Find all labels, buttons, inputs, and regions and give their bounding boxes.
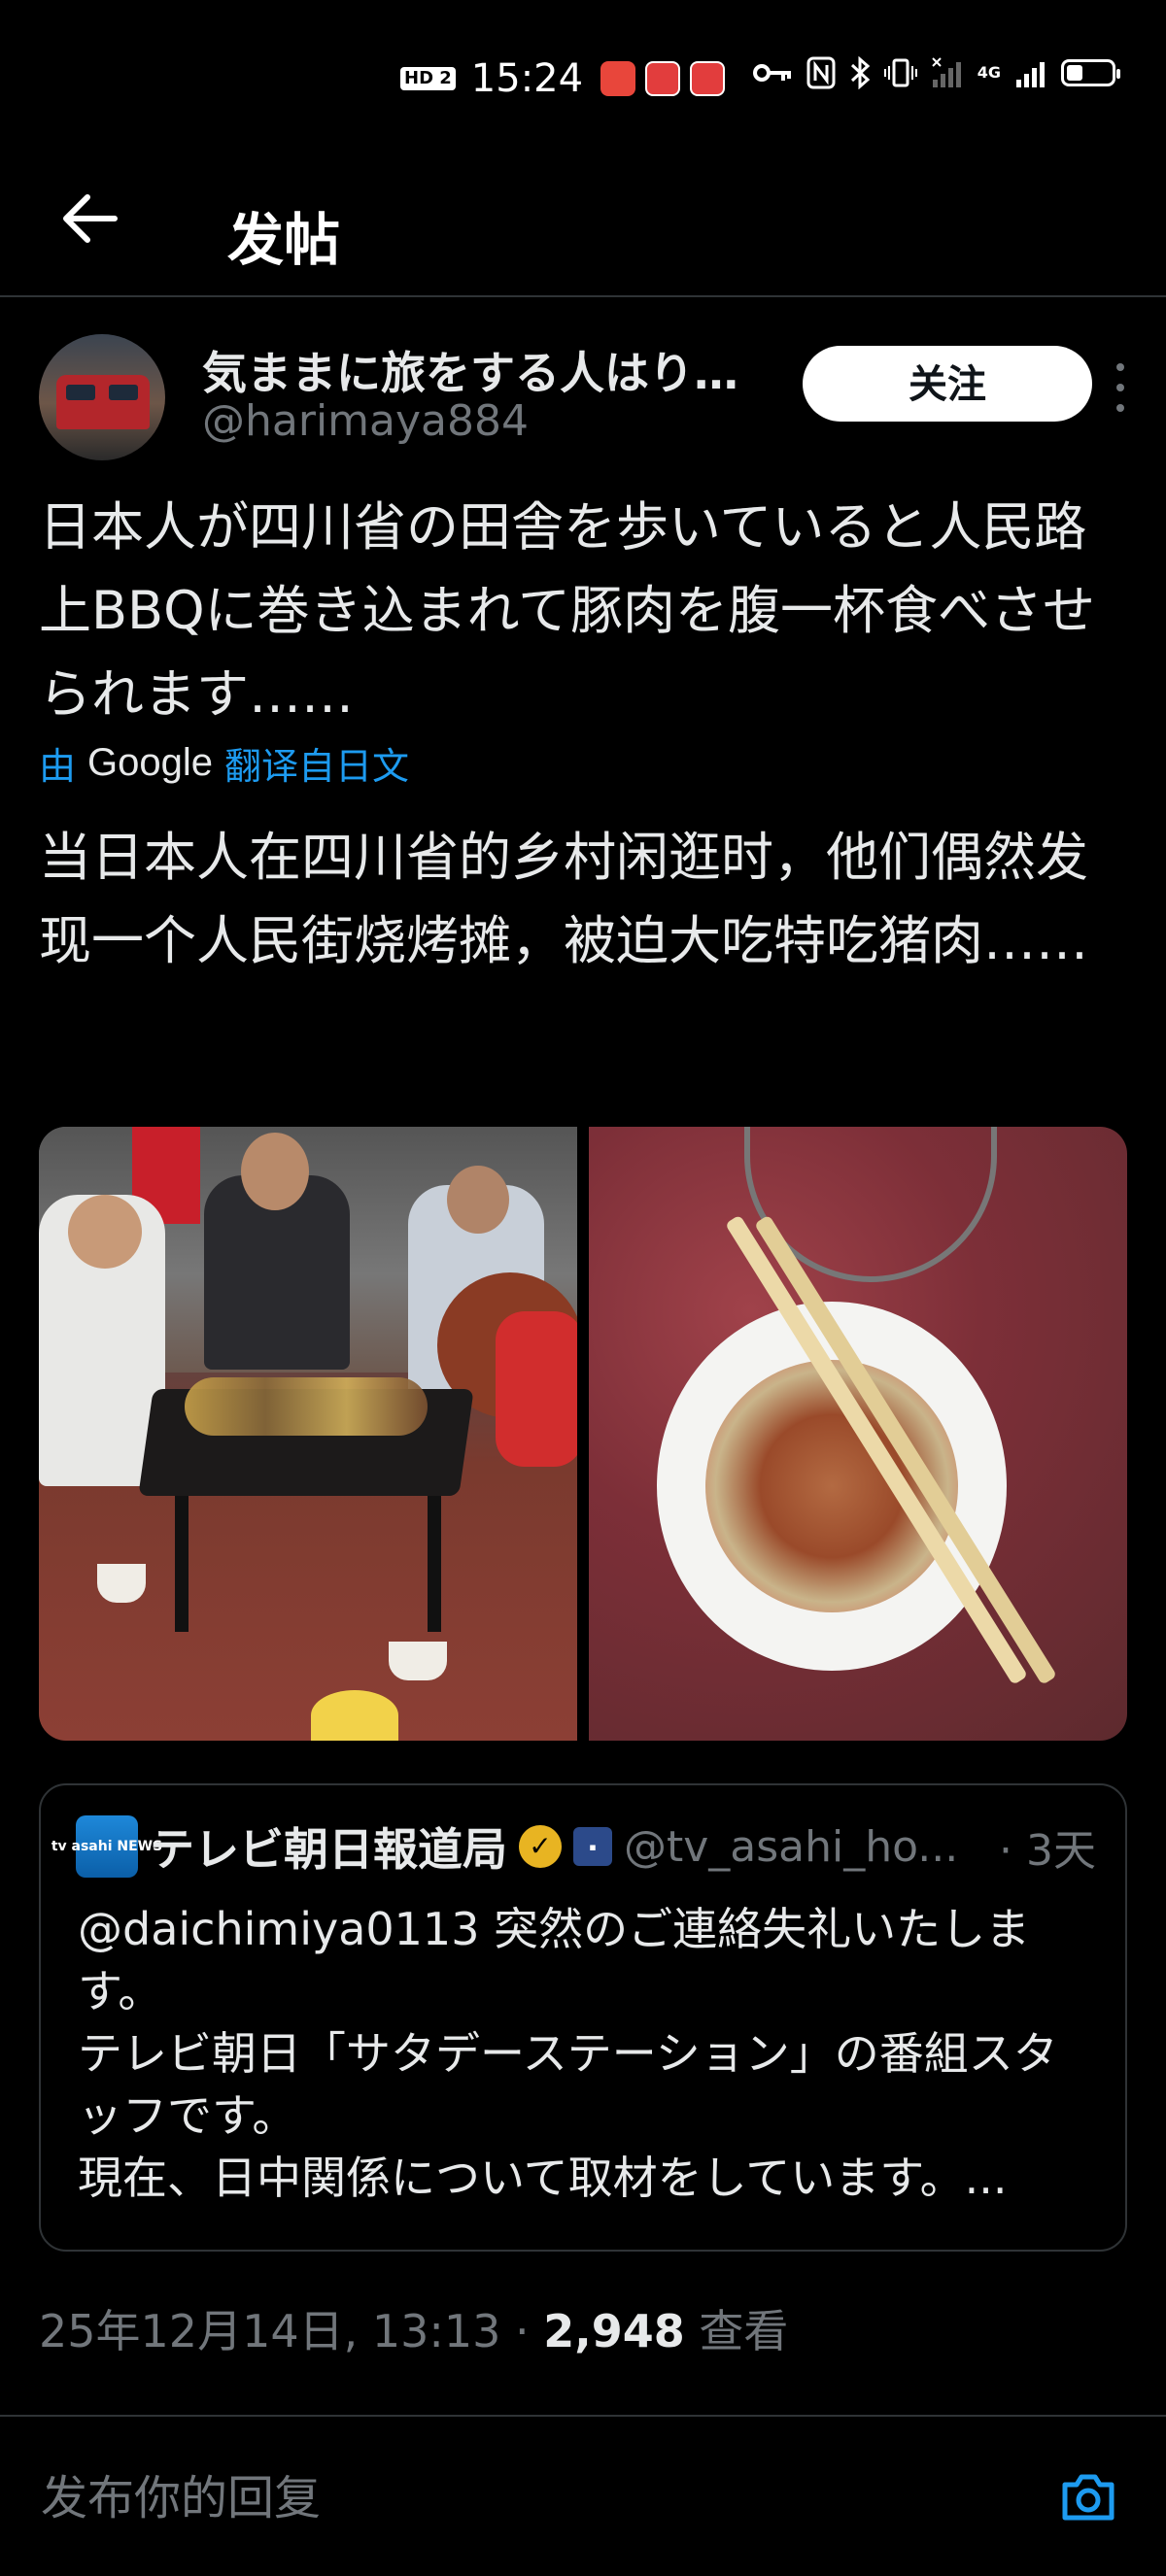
status-bar: HD 2 15:24 4G — [0, 0, 1166, 155]
tv-asahi-news-logo: tv asahi NEWS — [51, 1815, 162, 1878]
post-text-original: 日本人が四川省の田舎を歩いていると人民路上BBQに巻き込まれて豚肉を腹一杯食べさ… — [39, 496, 1095, 725]
quoted-post-body: @daichimiya0113 突然のご連絡失礼いたします。 テレビ朝日「サタデ… — [78, 1903, 1058, 2204]
verified-badge-icon: ✓ — [519, 1825, 562, 1868]
page-title: 发帖 — [227, 207, 341, 273]
avatar[interactable] — [39, 334, 165, 460]
bluetooth-icon — [850, 56, 870, 89]
signal-weak-icon — [932, 57, 961, 87]
post-timestamp: 25年12月14日, 13:13 · — [39, 2305, 544, 2357]
network-type: 4G — [977, 63, 1001, 82]
follow-button[interactable]: 关注 — [803, 346, 1092, 422]
reply-input[interactable] — [39, 2463, 917, 2533]
translation-suffix: 翻译自日文 — [224, 745, 410, 788]
signal-full-icon — [1016, 62, 1045, 87]
quoted-post-header: tv asahi NEWS テレビ朝日報道局 ✓ ▪ @tv_asahi_ho.… — [51, 1814, 1096, 1879]
reply-bar — [39, 2438, 1127, 2555]
status-left: HD 2 15:24 — [400, 56, 726, 101]
camera-icon[interactable] — [1057, 2465, 1119, 2527]
status-time: 15:24 — [470, 56, 584, 101]
hd-badge: HD 2 — [400, 67, 456, 90]
google-logo: Google — [87, 741, 213, 784]
top-bar: 发帖 — [0, 155, 1166, 297]
battery-icon — [1061, 59, 1120, 86]
quoted-author-handle: @tv_asahi_ho... — [624, 1821, 959, 1872]
author-handle[interactable]: @harimaya884 — [202, 396, 529, 446]
key-icon — [752, 64, 791, 82]
post-media — [39, 1127, 1127, 1741]
views-count: 2,948 — [543, 2305, 685, 2357]
quoted-post[interactable]: tv asahi NEWS テレビ朝日報道局 ✓ ▪ @tv_asahi_ho.… — [39, 1783, 1127, 2252]
status-right: 4G — [752, 56, 1120, 89]
translation-prefix: 由 — [39, 745, 77, 788]
post-text-translated: 当日本人在四川省的乡村闲逛时，他们偶然发现一个人民街烧烤摊，被迫大吃特吃猪肉…… — [39, 827, 1088, 971]
quoted-post-time: · 3天 — [999, 1826, 1096, 1876]
divider — [0, 2415, 1166, 2417]
quoted-author-name: テレビ朝日報道局 — [150, 1823, 507, 1876]
views-label: 查看 — [699, 2305, 789, 2357]
app-notification-icon — [690, 61, 726, 96]
media-photo-bbq[interactable] — [39, 1127, 577, 1741]
nfc-icon — [806, 56, 836, 89]
author-display-name[interactable]: 気ままに旅をする人はり… — [202, 338, 785, 402]
post-header: 気ままに旅をする人はり… @harimaya884 关注 — [39, 330, 1127, 466]
app-notification-icon — [645, 61, 681, 96]
affiliate-badge-icon: ▪ — [573, 1827, 612, 1866]
arrow-left-icon[interactable] — [56, 185, 124, 253]
more-options-icon[interactable] — [1106, 363, 1135, 412]
post-meta: 25年12月14日, 13:13 · 2,948 查看 — [39, 2296, 788, 2360]
translation-note[interactable]: 由 Google 翻译自日文 — [39, 736, 409, 790]
media-photo-pork-bowl[interactable] — [589, 1127, 1127, 1741]
vibrate-icon — [883, 58, 917, 87]
app-notification-icon — [600, 61, 636, 96]
